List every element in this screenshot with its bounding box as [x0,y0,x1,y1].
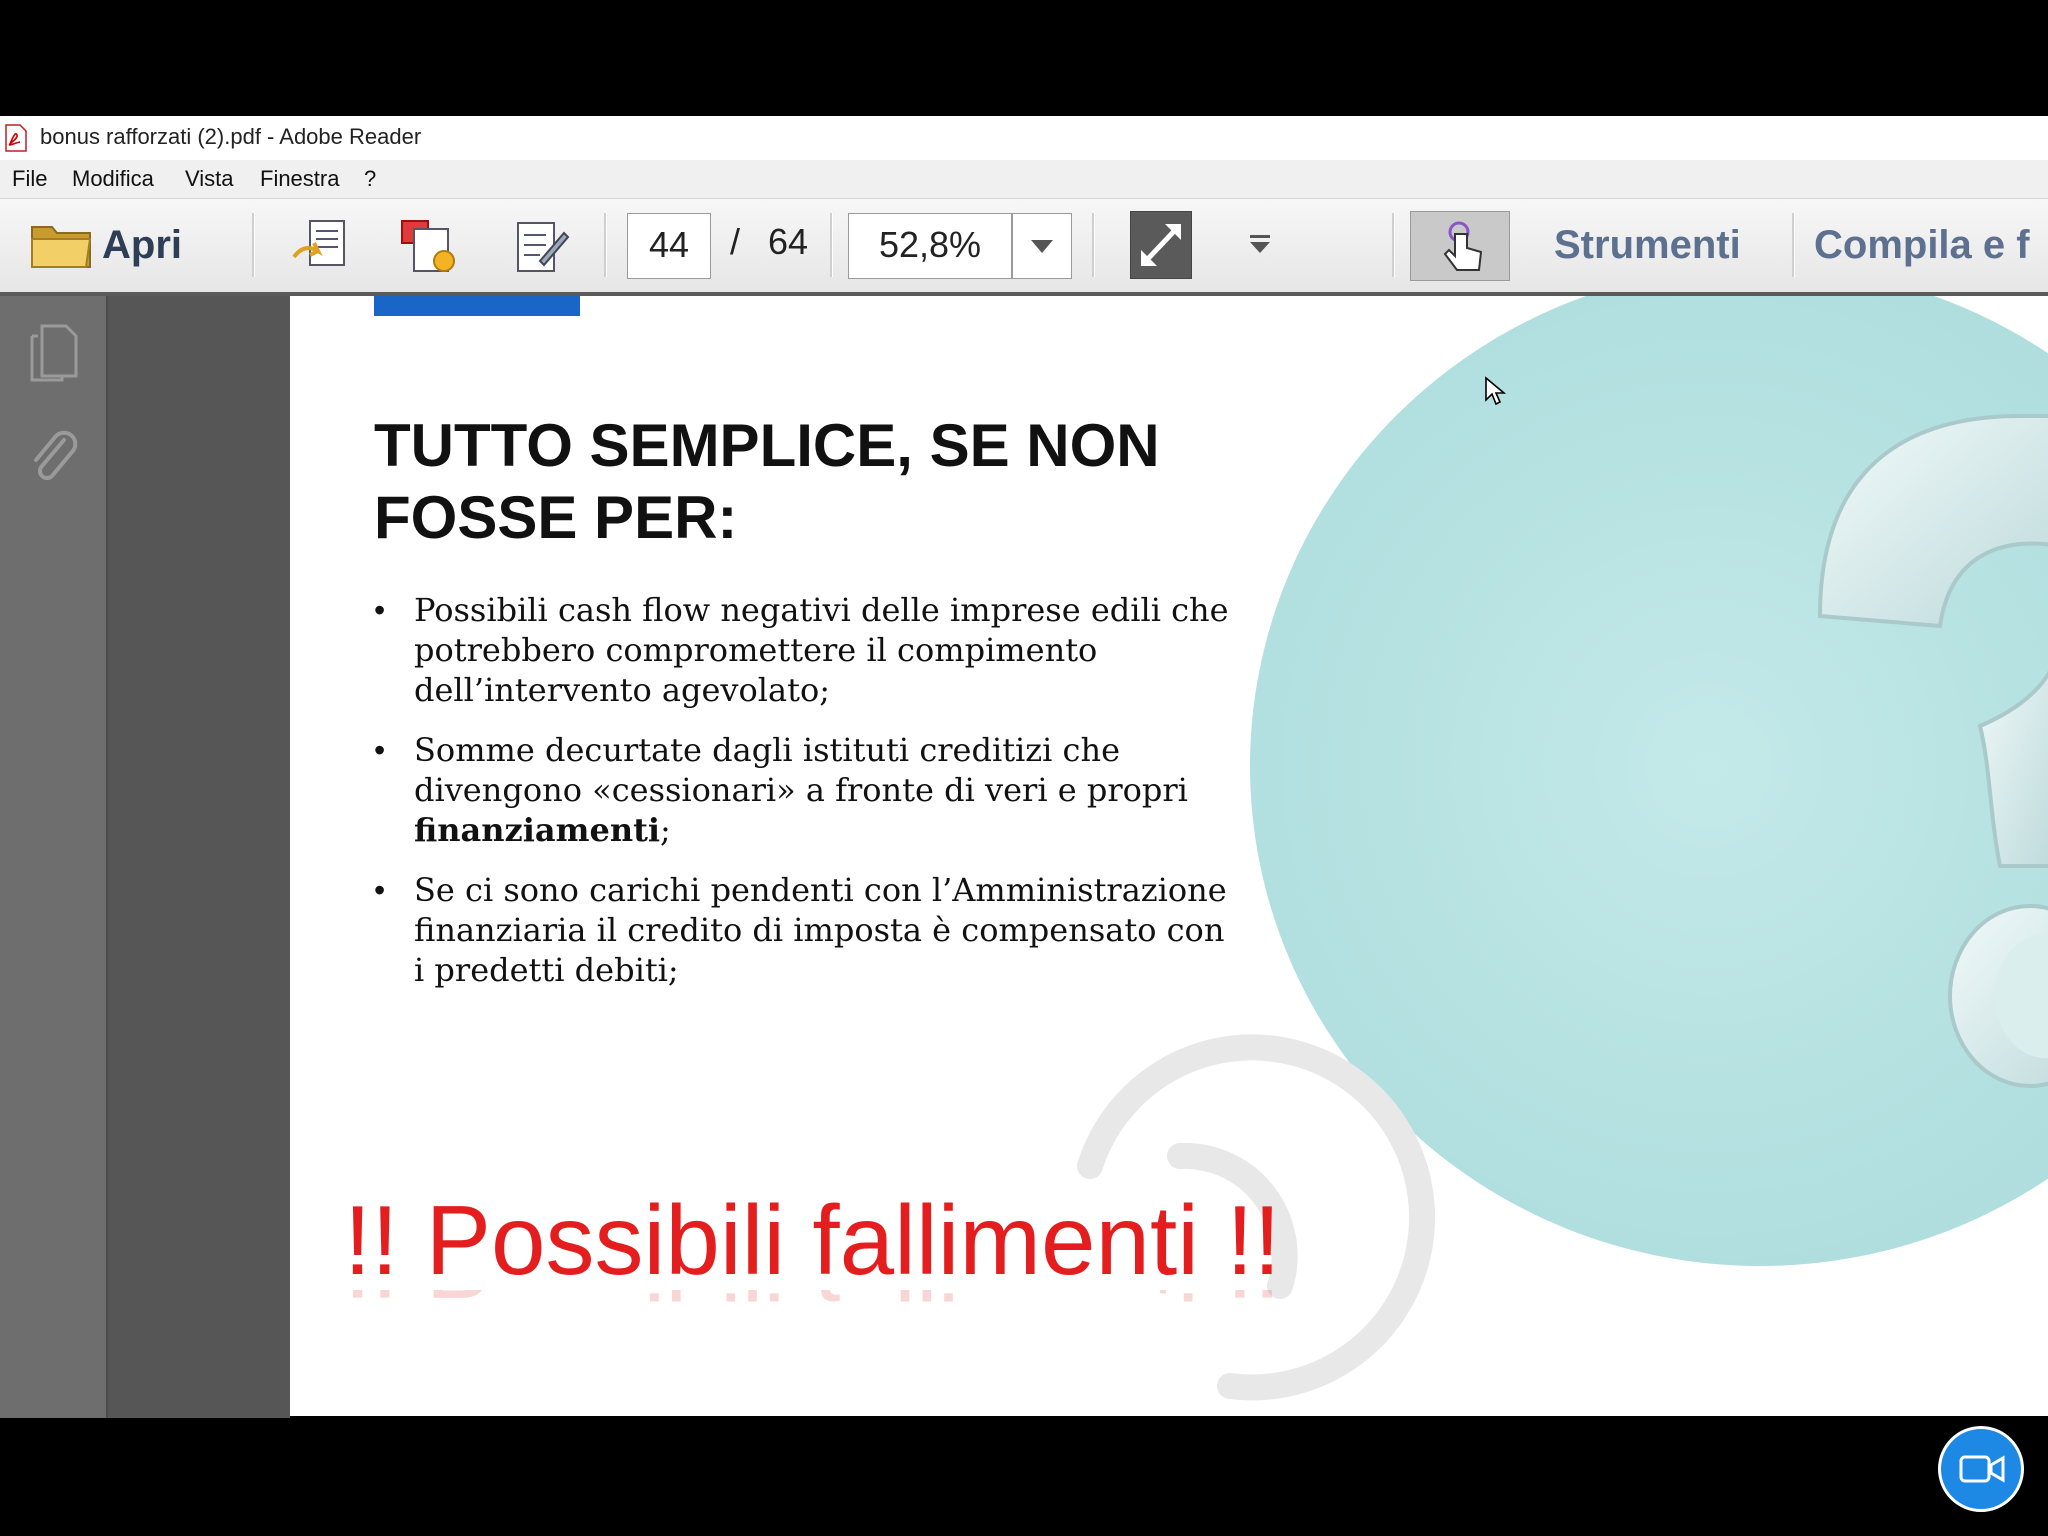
accent-bar [374,296,580,316]
touch-mode-button[interactable] [1410,211,1510,281]
list-item: Possibili cash flow negativi delle impre… [374,590,1234,710]
open-button[interactable]: Apri [24,211,244,281]
create-pdf-icon[interactable] [290,217,352,277]
page-number-input[interactable]: 44 [627,213,711,279]
slide-title-line: FOSSE PER: [374,484,738,551]
chevron-down-icon [1031,240,1053,253]
page-thumbnails-icon[interactable] [28,322,80,384]
list-item: Se ci sono carichi pendenti con l’Ammini… [374,870,1234,990]
pdf-file-icon [5,124,27,152]
list-item-text: ; [660,811,671,849]
menu-finestra[interactable]: Finestra [260,166,339,192]
navigation-panel [0,296,108,1418]
page-total: 64 [768,221,809,262]
export-pdf-icon[interactable] [398,215,460,277]
tools-tab[interactable]: Strumenti [1554,223,1741,268]
highlight-reflection: !! Possibili fallimenti !! [344,1290,1281,1320]
folder-icon [31,226,92,268]
fill-sign-tab[interactable]: Compila e f [1814,223,2030,268]
toolbar: Apri 44 / 64 52,8% Strumenti Compila e f [0,199,2048,296]
toolbar-more-icon[interactable] [1246,233,1274,257]
video-camera-icon [1959,1455,2005,1483]
expand-icon [1141,224,1181,266]
menu-file[interactable]: File [12,166,47,192]
document-background [108,296,290,1418]
question-mark-image [1817,414,2048,1088]
toolbar-separator [1792,213,1795,277]
bullet-list: Possibili cash flow negativi delle impre… [374,590,1234,1010]
edit-document-icon[interactable] [510,217,572,277]
menu-modifica[interactable]: Modifica [72,166,154,192]
menu-bar: File Modifica Vista Finestra ? [0,160,2048,199]
toolbar-separator [252,213,255,277]
full-screen-button[interactable] [1130,211,1192,279]
toolbar-separator [604,213,607,277]
list-item-bold-text: finanziamenti [414,811,661,849]
menu-vista[interactable]: Vista [185,166,234,192]
toolbar-separator [1092,213,1095,277]
toolbar-separator [830,213,833,277]
title-bar: bonus rafforzati (2).pdf - Adobe Reader [0,116,2048,160]
list-item-text: Somme decurtate dagli istituti creditizi… [414,731,1188,809]
toolbar-separator [1392,213,1395,277]
zoom-dropdown-button[interactable] [1012,213,1072,279]
attachments-paperclip-icon[interactable] [28,426,80,488]
hand-touch-icon [1443,221,1483,271]
zoom-input[interactable]: 52,8% [848,213,1012,279]
slide-title-line: TUTTO SEMPLICE, SE NON [374,412,1160,479]
pdf-page: TUTTO SEMPLICE, SE NON FOSSE PER: Possib… [290,296,2048,1416]
list-item: Somme decurtate dagli istituti creditizi… [374,730,1234,850]
slide-title: TUTTO SEMPLICE, SE NON FOSSE PER: [374,410,1194,554]
menu-help[interactable]: ? [364,166,376,192]
video-record-button[interactable] [1938,1426,2024,1512]
window-title: bonus rafforzati (2).pdf - Adobe Reader [40,124,422,149]
page-separator: / [730,221,741,262]
open-button-label: Apri [102,223,182,267]
highlight-warning-text: !! Possibili fallimenti !! [344,1185,1281,1295]
mouse-cursor-icon [1485,376,1506,406]
